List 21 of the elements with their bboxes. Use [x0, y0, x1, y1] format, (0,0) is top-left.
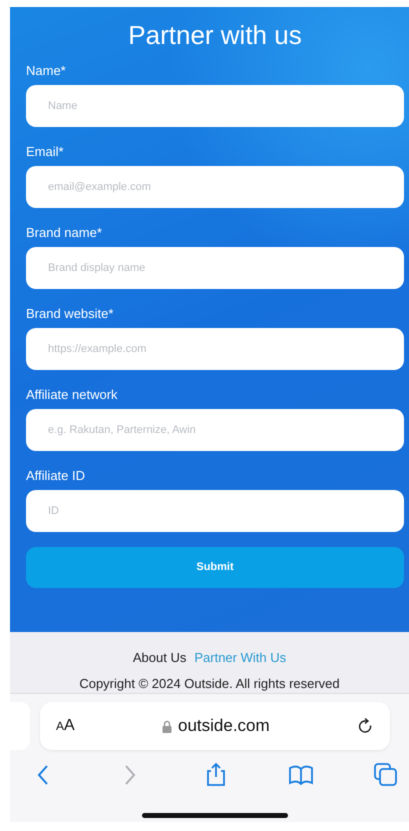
address-bar[interactable]: AA outside.com: [40, 702, 390, 750]
url-text: outside.com: [178, 715, 270, 738]
footer-link[interactable]: About Us: [132, 648, 186, 668]
text-size-button[interactable]: AA: [56, 714, 75, 738]
input-field[interactable]: Name: [26, 85, 404, 127]
input-field[interactable]: e.g. Rakutan, Parternize, Awin: [26, 409, 404, 451]
tabs-icon[interactable]: [373, 762, 399, 788]
input-field[interactable]: https://example.com: [26, 328, 404, 370]
field-label: Email*: [26, 144, 64, 160]
field-label: Name*: [26, 63, 66, 79]
input-field[interactable]: ID: [26, 490, 404, 532]
reload-icon[interactable]: [357, 716, 374, 736]
field-label: Brand name*: [26, 225, 102, 241]
input-field[interactable]: Brand display name: [26, 247, 404, 289]
lock-icon: [162, 720, 172, 732]
copyright-text: Copyright © 2024 Outside. All rights reserved: [79, 674, 340, 693]
field-label: Affiliate network: [26, 387, 118, 403]
field-label: Brand website*: [26, 306, 114, 322]
form-title: Partner with us: [127, 19, 303, 51]
input-field[interactable]: email@example.com: [26, 166, 404, 208]
field-label: Affiliate ID: [26, 468, 86, 484]
